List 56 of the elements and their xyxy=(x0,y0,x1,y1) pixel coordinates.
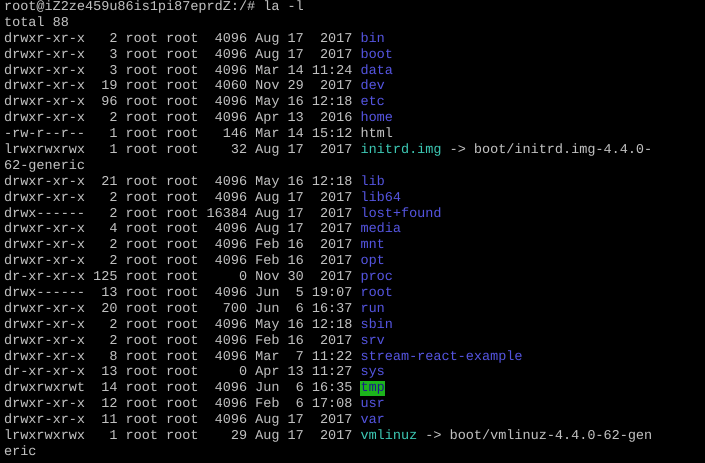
directory-name: boot xyxy=(360,48,393,63)
directory-name: media xyxy=(360,222,401,238)
file-info: drwxr-xr-x 96 root root 4096 May 16 12:18 xyxy=(4,95,352,110)
file-info: drwx------ 13 root root 4096 Jun 5 19:07 xyxy=(4,286,352,302)
symlink-target: eric xyxy=(4,444,36,460)
directory-name: run xyxy=(360,302,385,317)
directory-name: usr xyxy=(360,397,385,412)
file-info: drwxr-xr-x 3 root root 4096 Aug 17 2017 xyxy=(4,48,352,63)
directory-name: lib xyxy=(360,174,385,190)
directory-name: bin xyxy=(360,32,385,47)
file-info: lrwxrwxrwx 1 root root 32 Aug 17 2017 xyxy=(4,143,352,158)
file-info: drwxr-xr-x 2 root root 4096 Aug 17 2017 xyxy=(4,32,352,47)
file-info: drwxr-xr-x 2 root root 4096 Aug 17 2017 xyxy=(4,190,352,206)
file-info: drwx------ 2 root root 16384 Aug 17 2017 xyxy=(4,206,352,222)
directory-name: etc xyxy=(360,95,385,110)
file-info: drwxr-xr-x 2 root root 4096 Apr 13 2016 xyxy=(4,111,352,126)
file-info: drwxr-xr-x 2 root root 4096 Feb 16 2017 xyxy=(4,334,352,349)
directory-name: data xyxy=(360,64,393,79)
file-info: drwxr-xr-x 19 root root 4060 Nov 29 2017 xyxy=(4,79,352,94)
file-info: drwxr-xr-x 2 root root 4096 Feb 16 2017 xyxy=(4,254,352,270)
file-info: drwxr-xr-x 2 root root 4096 May 16 12:18 xyxy=(4,318,352,333)
command-prompt: root@iZ2ze459u86is1pi87eprdZ:/# la -l xyxy=(4,0,304,15)
directory-name: mnt xyxy=(360,238,385,254)
directory-name: proc xyxy=(360,270,393,286)
directory-name: dev xyxy=(360,79,385,94)
file-info: drwxr-xr-x 21 root root 4096 May 16 12:18 xyxy=(4,174,352,190)
file-info: drwxr-xr-x 20 root root 700 Jun 6 16:37 xyxy=(4,302,352,317)
directory-name: opt xyxy=(360,254,385,270)
file-info: drwxr-xr-x 2 root root 4096 Feb 16 2017 xyxy=(4,238,352,254)
directory-name: stream-react-example xyxy=(360,350,522,365)
directory-name: srv xyxy=(360,334,385,349)
file-info: drwxr-xr-x 8 root root 4096 Mar 7 11:22 xyxy=(4,350,352,365)
file-info: drwxr-xr-x 3 root root 4096 Mar 14 11:24 xyxy=(4,64,352,79)
symlink-name: initrd.img xyxy=(360,143,442,158)
directory-name: tmp xyxy=(360,381,385,396)
directory-name: var xyxy=(360,413,385,428)
symlink-target: 62-generic xyxy=(4,158,86,174)
file-info: lrwxrwxrwx 1 root root 29 Aug 17 2017 xyxy=(4,429,352,444)
output-text: total 88 xyxy=(4,16,69,31)
file-info: drwxr-xr-x 4 root root 4096 Aug 17 2017 xyxy=(4,222,352,238)
file-info: dr-xr-xr-x 13 root root 0 Apr 13 11:27 xyxy=(4,365,352,380)
directory-name: sys xyxy=(360,365,385,380)
file-info: drwxrwxrwt 14 root root 4096 Jun 6 16:35 xyxy=(4,381,352,396)
file-info: drwxr-xr-x 12 root root 4096 Feb 6 17:08 xyxy=(4,397,352,412)
directory-name: root xyxy=(360,286,393,302)
file-info: dr-xr-xr-x 125 root root 0 Nov 30 2017 xyxy=(4,270,352,286)
file-name: html xyxy=(360,127,393,142)
directory-name: lost+found xyxy=(360,206,442,222)
symlink-target: -> boot/vmlinuz-4.4.0-62-gen xyxy=(425,429,652,444)
directory-name: home xyxy=(360,111,393,126)
directory-name: sbin xyxy=(360,318,393,333)
file-info: -rw-r--r-- 1 root root 146 Mar 14 15:12 xyxy=(4,127,352,142)
directory-name: lib64 xyxy=(360,190,401,206)
symlink-target: -> boot/initrd.img-4.4.0- xyxy=(450,143,652,158)
file-info: drwxr-xr-x 11 root root 4096 Aug 17 2017 xyxy=(4,413,352,428)
symlink-name: vmlinuz xyxy=(360,429,418,444)
